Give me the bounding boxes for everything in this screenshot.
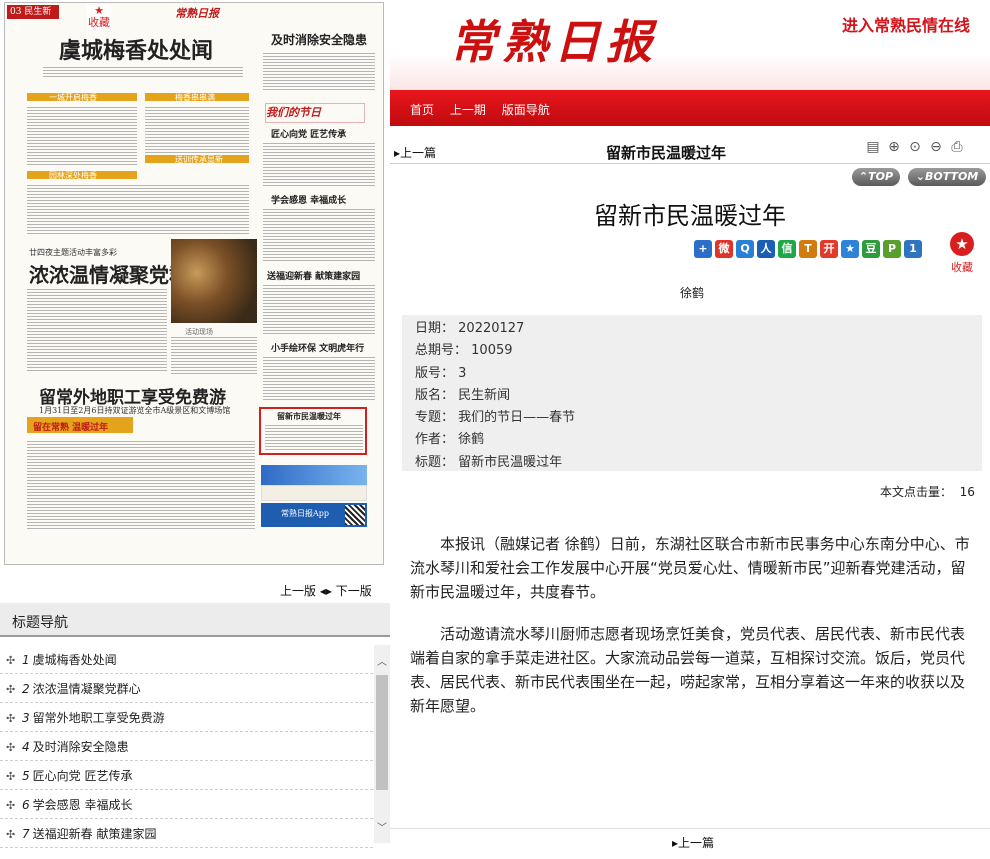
meta-row: 作者： 徐鹤	[415, 432, 485, 448]
next-page-link[interactable]: 下一版	[336, 584, 372, 598]
article-body: 本报讯（融媒记者 徐鹤）日前，东湖社区联合市新市民事务中心东南分中心、市流水琴川…	[410, 532, 976, 736]
article-paragraph: 本报讯（融媒记者 徐鹤）日前，东湖社区联合市新市民事务中心东南分中心、市流水琴川…	[410, 535, 970, 601]
thumb-section-tag: 03 民生新闻	[7, 5, 59, 31]
enter-minqing-link[interactable]: 进入常熟民情在线	[837, 10, 974, 38]
page-pager: 上一版 ◂▸ 下一版	[280, 582, 372, 599]
article-author: 徐鹤	[680, 286, 705, 300]
bottom-button[interactable]: ⌄BOTTOM	[908, 168, 986, 186]
share-bar: + 微 Q 人信 T 开 ★ 豆 P 1	[694, 240, 922, 258]
nav-item[interactable]: ✣ 6 学会感恩 幸福成长	[0, 790, 373, 819]
toolbar-title: 留新市民温暖过年	[606, 144, 727, 162]
diamond-bullet-icon: ✣	[6, 799, 16, 812]
nav-scrollbar[interactable]: ︿ ﹀	[374, 645, 390, 843]
diamond-bullet-icon: ✣	[6, 828, 16, 841]
article-paragraph: 活动邀请流水琴川厨师志愿者现场烹饪美食，党员代表、居民代表、新市民代表端着自家的…	[410, 625, 966, 715]
hit-count: 本文点击量： 16	[880, 485, 975, 499]
nav-item[interactable]: ✣ 5 匠心向党 匠艺传承	[0, 761, 373, 790]
meta-row: 总期号： 10059	[415, 343, 513, 359]
page: 03 民生新闻 ★ 收藏 常熟日报 虞城梅香处处闻 及时消除安全隐患 一城开启梅香…	[0, 0, 990, 859]
diamond-bullet-icon: ✣	[6, 741, 16, 754]
diamond-bullet-icon: ✣	[6, 712, 16, 725]
title-nav-header: 标题导航	[0, 603, 390, 637]
renren-icon[interactable]: 人	[757, 240, 775, 258]
diamond-bullet-icon: ✣	[6, 683, 16, 696]
scroll-up-icon[interactable]: ︿	[374, 653, 390, 668]
collect-button[interactable]: ★ 收藏	[948, 232, 976, 275]
meta-row: 标题： 留新市民温暖过年	[415, 454, 563, 470]
nav-item[interactable]: ✣ 3 留常外地职工享受免费游	[0, 703, 373, 732]
site-header: 常熟日报 进入常熟民情在线	[390, 0, 990, 90]
thumb-headline-safety: 及时消除安全隐患	[271, 33, 368, 47]
article-meta: 日期： 20220127 总期号： 10059 版号： 3 版名： 民生新闻专题： 我…	[402, 315, 982, 471]
thumb-masthead: 常熟日报	[175, 7, 219, 20]
title-nav-list: ✣ 1 虞城梅香处处闻 ✣ 2 浓浓温情凝聚党群心 ✣ 3 留常外地职工享受免费游 ✣ 4 及时消除安…	[0, 645, 373, 848]
prev-page-link[interactable]: 上一版	[280, 584, 316, 598]
thumb-qr-code	[345, 505, 365, 525]
nav-item[interactable]: ✣ 7 送福迎新春 献策建家园	[0, 819, 373, 848]
prev-article-link[interactable]: ▸上一篇	[394, 144, 436, 161]
print-share-icon[interactable]: P	[883, 240, 901, 258]
meta-row: 版名： 民生新闻	[415, 387, 511, 403]
thumb-headline-main: 虞城梅香处处闻	[59, 38, 214, 64]
page-arrows-icon[interactable]: ◂▸	[320, 584, 332, 598]
prev-article-bottom-link[interactable]: ▸上一篇	[672, 834, 714, 851]
zoom-out-icon[interactable]: ⊖	[927, 138, 945, 156]
article-title: 留新市民温暖过年	[594, 202, 786, 230]
thumb-festival-logo: 我们的节日	[265, 103, 365, 123]
page-thumbnail[interactable]: 03 民生新闻 ★ 收藏 常熟日报 虞城梅香处处闻 及时消除安全隐患 一城开启梅香…	[4, 2, 384, 565]
nav-item[interactable]: ✣ 4 及时消除安全隐患	[0, 732, 373, 761]
nav-item[interactable]: ✣ 1 虞城梅香处处闻	[0, 645, 373, 674]
print-icon[interactable]: ⎙	[948, 138, 966, 156]
add-share-icon[interactable]: +	[694, 240, 712, 258]
document-icon[interactable]: ▤	[864, 138, 882, 156]
diamond-bullet-icon: ✣	[6, 654, 16, 667]
left-panel: 03 民生新闻 ★ 收藏 常熟日报 虞城梅香处处闻 及时消除安全隐患 一城开启梅香…	[0, 0, 390, 859]
diamond-bullet-icon: ✣	[6, 770, 16, 783]
tieba-icon[interactable]: T	[799, 240, 817, 258]
weibo-icon[interactable]: 微	[715, 240, 733, 258]
kaixin-icon[interactable]: 开	[820, 240, 838, 258]
meta-row: 日期： 20220127	[415, 321, 525, 336]
collect-star-icon: ★	[950, 232, 974, 256]
favorites-star-icon[interactable]: ★	[841, 240, 859, 258]
menu-layout-nav[interactable]: 版面导航	[502, 103, 550, 117]
thumb-collect[interactable]: ★ 收藏	[87, 5, 111, 29]
number-one-icon[interactable]: 1	[904, 240, 922, 258]
scroll-down-icon[interactable]: ﹀	[374, 819, 390, 834]
reading-tools: ▤ ⊕ ⊙ ⊖ ⎙	[864, 138, 966, 156]
thumb-photo	[171, 239, 257, 323]
nav-item[interactable]: ✣ 2 浓浓温情凝聚党群心	[0, 674, 373, 703]
scroll-thumb[interactable]	[376, 675, 388, 790]
zoom-in-icon[interactable]: ⊕	[885, 138, 903, 156]
douban-icon[interactable]: 豆	[862, 240, 880, 258]
qzone-icon[interactable]: Q	[736, 240, 754, 258]
meta-row: 专题： 我们的节日——春节	[415, 410, 576, 426]
meta-row: 版号： 3	[415, 365, 467, 381]
zoom-fit-icon[interactable]: ⊙	[906, 138, 924, 156]
menu-home[interactable]: 首页	[410, 103, 434, 117]
main-menu: 首页 上一期 版面导航	[390, 90, 990, 126]
top-button[interactable]: ⌃TOP	[852, 168, 900, 186]
article-toolbar: ▸上一篇 留新市民温暖过年 ▤ ⊕ ⊙ ⊖ ⎙	[390, 136, 990, 164]
site-logo: 常熟日报	[450, 15, 658, 69]
menu-prev-issue[interactable]: 上一期	[450, 103, 486, 117]
wechat-icon[interactable]: 信	[778, 240, 796, 258]
